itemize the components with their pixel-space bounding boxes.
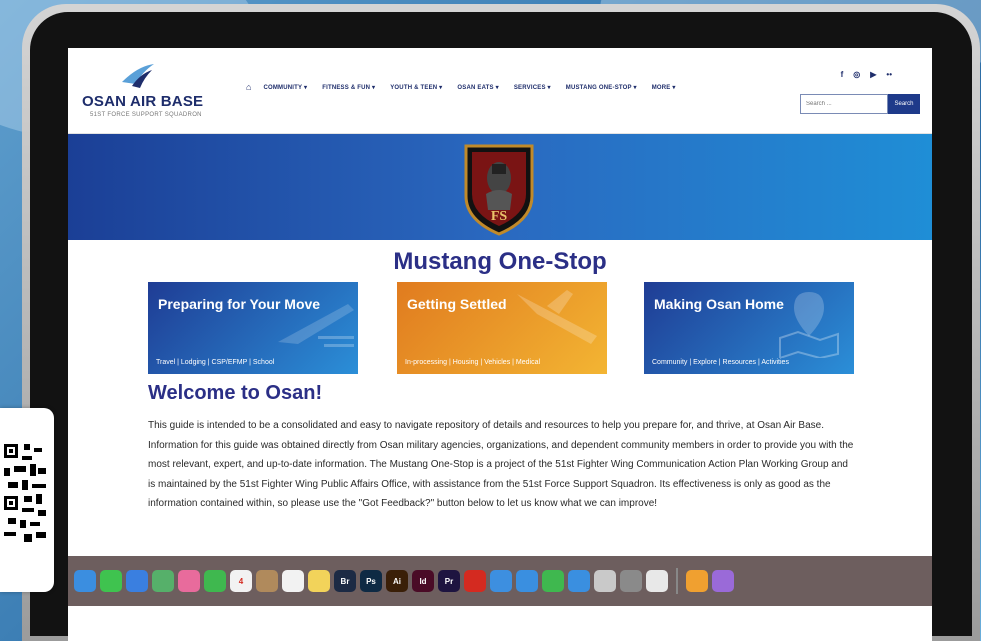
qr-code-card bbox=[0, 408, 54, 592]
more-social-icon[interactable]: •• bbox=[886, 70, 892, 79]
notes-icon[interactable] bbox=[308, 570, 330, 592]
messages-icon[interactable] bbox=[100, 570, 122, 592]
airplane-icon bbox=[517, 290, 597, 344]
home-icon[interactable]: ⌂ bbox=[246, 82, 251, 92]
logo-subtitle: 51ST FORCE SUPPORT SQUADRON bbox=[90, 112, 202, 118]
indesign-icon[interactable]: Id bbox=[412, 570, 434, 592]
dock-icon-label: 4 bbox=[238, 576, 244, 586]
card-links[interactable]: Community | Explore | Resources | Activi… bbox=[652, 359, 789, 366]
bridge-icon[interactable]: Br bbox=[334, 570, 356, 592]
svg-text:FS: FS bbox=[491, 209, 508, 224]
app-store-icon[interactable] bbox=[568, 570, 590, 592]
preview-icon[interactable] bbox=[712, 570, 734, 592]
settings-icon[interactable] bbox=[620, 570, 642, 592]
calendar-icon[interactable]: 4 bbox=[230, 570, 252, 592]
card-getting-settled[interactable]: Getting Settled In-processing | Housing … bbox=[397, 282, 607, 374]
premiere-icon[interactable]: Pr bbox=[438, 570, 460, 592]
safari-icon[interactable] bbox=[490, 570, 512, 592]
nav-item-mustang-one-stop[interactable]: MUSTANG ONE-STOP ▾ bbox=[566, 84, 637, 91]
page-title: Mustang One-Stop bbox=[393, 248, 607, 275]
search-button[interactable]: Search bbox=[888, 94, 920, 114]
mail-icon[interactable] bbox=[126, 570, 148, 592]
acrobat-icon[interactable] bbox=[464, 570, 486, 592]
finder-icon[interactable] bbox=[74, 570, 96, 592]
qr-code-icon[interactable] bbox=[4, 424, 48, 574]
mustang-shield-emblem: FS bbox=[464, 144, 534, 236]
osan-logo-icon[interactable] bbox=[118, 60, 158, 90]
browser-screen: OSAN AIR BASE 51ST FORCE SUPPORT SQUADRO… bbox=[68, 48, 932, 641]
nav-item-youth[interactable]: YOUTH & TEEN ▾ bbox=[390, 84, 442, 91]
mac-dock: 4 Br Ps Ai Id Pr bbox=[68, 556, 932, 606]
instagram-icon[interactable]: ◎ bbox=[853, 70, 860, 79]
chrome-icon[interactable] bbox=[646, 570, 668, 592]
contacts-icon[interactable] bbox=[256, 570, 278, 592]
welcome-body: This guide is intended to be a consolida… bbox=[148, 420, 854, 509]
nav-item-fitness[interactable]: FITNESS & FUN ▾ bbox=[322, 84, 375, 91]
pages-icon[interactable] bbox=[686, 570, 708, 592]
dock-separator bbox=[676, 568, 678, 594]
welcome-heading: Welcome to Osan! bbox=[148, 382, 323, 404]
dock-icon-label: Br bbox=[340, 576, 350, 586]
card-making-osan-home[interactable]: Making Osan Home Community | Explore | R… bbox=[644, 282, 854, 374]
nav-item-services[interactable]: SERVICES ▾ bbox=[514, 84, 551, 91]
numbers-icon[interactable] bbox=[542, 570, 564, 592]
card-links[interactable]: Travel | Lodging | CSP/EFMP | School bbox=[156, 359, 274, 366]
card-links[interactable]: In-processing | Housing | Vehicles | Med… bbox=[405, 359, 540, 366]
social-links: f ◎ ▶ •• bbox=[841, 70, 892, 79]
dock-icon-label: Ai bbox=[393, 576, 401, 586]
nav-item-more[interactable]: MORE ▾ bbox=[652, 84, 676, 91]
photoshop-icon[interactable]: Ps bbox=[360, 570, 382, 592]
maps-icon[interactable] bbox=[152, 570, 174, 592]
facebook-icon[interactable]: f bbox=[841, 70, 844, 79]
search-input[interactable] bbox=[800, 94, 888, 114]
photos-icon[interactable] bbox=[178, 570, 200, 592]
card-title: Making Osan Home bbox=[654, 296, 784, 312]
dock-icon-label: Id bbox=[419, 576, 427, 586]
search-bar: Search bbox=[800, 94, 920, 114]
keynote-icon[interactable] bbox=[516, 570, 538, 592]
card-preparing-move[interactable]: Preparing for Your Move Travel | Lodging… bbox=[148, 282, 358, 374]
dock-icon-label: Ps bbox=[366, 576, 376, 586]
facetime-icon[interactable] bbox=[204, 570, 226, 592]
nav-item-osan-eats[interactable]: OSAN EATS ▾ bbox=[457, 84, 498, 91]
card-title: Getting Settled bbox=[407, 296, 507, 312]
logo-title[interactable]: OSAN AIR BASE bbox=[82, 93, 203, 110]
nav-item-community[interactable]: COMMUNITY ▾ bbox=[263, 84, 307, 91]
screenshot-icon[interactable] bbox=[594, 570, 616, 592]
main-nav: ⌂ COMMUNITY ▾ FITNESS & FUN ▾ YOUTH & TE… bbox=[246, 82, 691, 92]
card-title: Preparing for Your Move bbox=[158, 296, 321, 312]
youtube-icon[interactable]: ▶ bbox=[870, 70, 876, 79]
dock-icon-label: Pr bbox=[444, 576, 454, 586]
reminders-icon[interactable] bbox=[282, 570, 304, 592]
site-header: OSAN AIR BASE 51ST FORCE SUPPORT SQUADRO… bbox=[68, 48, 932, 134]
card-row: Preparing for Your Move Travel | Lodging… bbox=[68, 282, 932, 378]
illustrator-icon[interactable]: Ai bbox=[386, 570, 408, 592]
hero-banner: FS bbox=[68, 134, 932, 240]
map-pin-icon bbox=[779, 292, 839, 358]
